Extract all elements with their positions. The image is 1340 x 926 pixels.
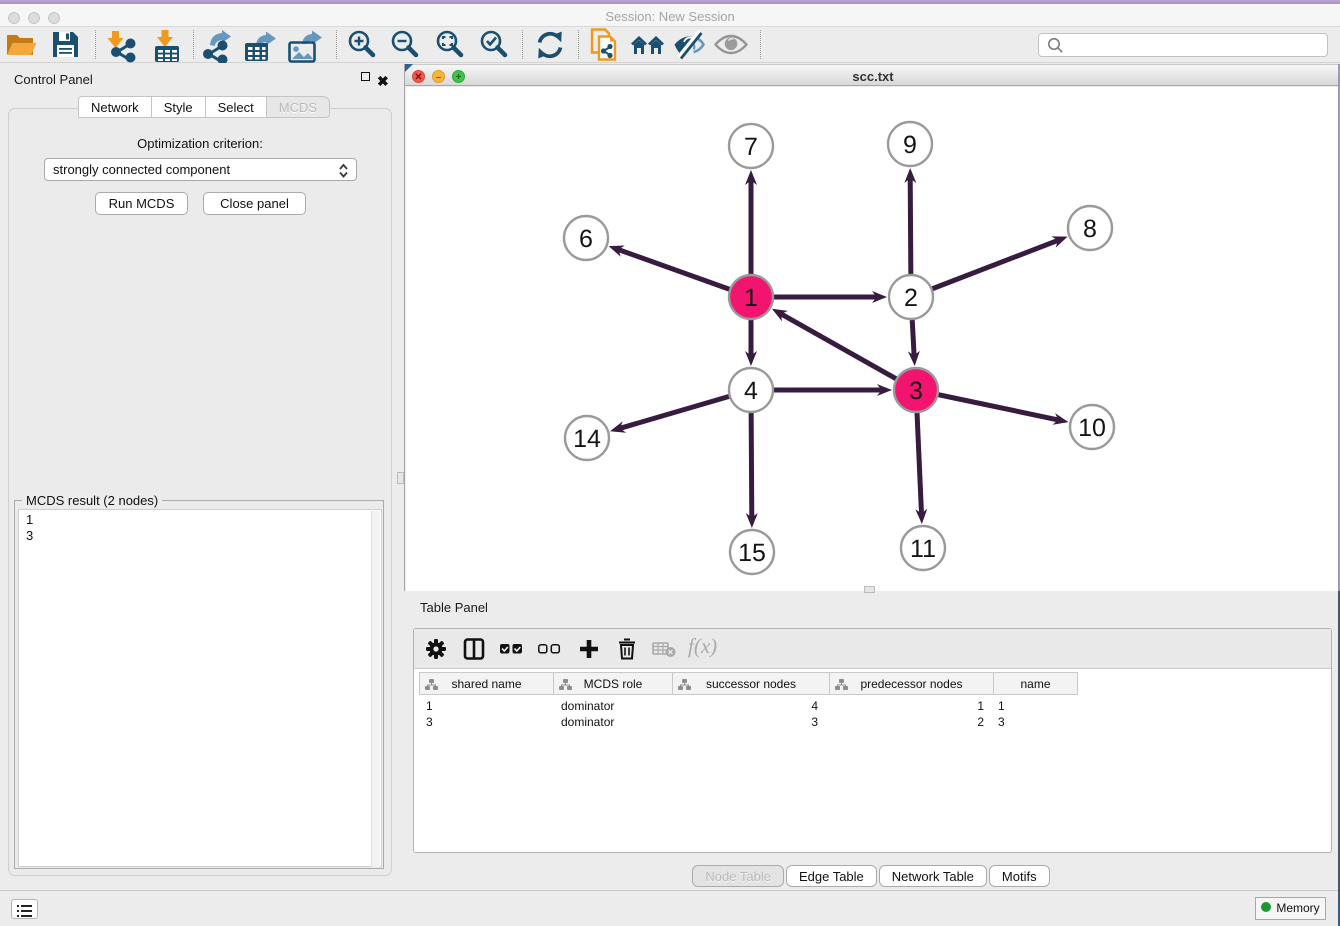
svg-text:4: 4 [744,377,758,405]
svg-text:10: 10 [1078,414,1106,442]
svg-text:9: 9 [903,131,917,159]
svg-text:15: 15 [738,539,766,567]
svg-text:2: 2 [904,284,918,312]
svg-text:3: 3 [909,377,923,405]
svg-text:8: 8 [1083,215,1097,243]
svg-text:7: 7 [744,133,758,161]
svg-text:14: 14 [573,425,601,453]
svg-text:11: 11 [910,535,936,563]
svg-text:1: 1 [744,284,758,312]
svg-text:6: 6 [579,225,593,253]
